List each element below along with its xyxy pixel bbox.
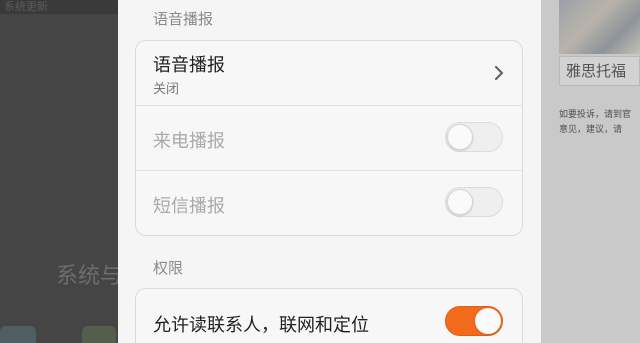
contacts-network-location-toggle[interactable]	[445, 306, 503, 336]
sms-broadcast-row: 短信播报	[136, 170, 522, 235]
background-top-bar: 系统更新	[0, 0, 118, 14]
voice-broadcast-row[interactable]: 语音播报 关闭	[136, 41, 522, 106]
toggle-knob	[447, 189, 473, 215]
background-top-text: 系统更新	[4, 0, 48, 13]
background-tile	[82, 326, 116, 343]
incoming-call-broadcast-title: 来电播报	[153, 131, 225, 152]
background-banner: 雅思托福	[559, 56, 640, 86]
contacts-network-location-row: 允许读联系人，联网和定位	[136, 289, 522, 343]
background-banner-text: 雅思托福	[566, 62, 627, 80]
background-notice-line: 意见，建议，请	[559, 125, 623, 135]
background-app-left	[0, 0, 118, 343]
contacts-network-location-title: 允许读联系人，联网和定位	[153, 315, 369, 336]
background-tile	[0, 326, 36, 343]
chevron-right-icon	[494, 65, 504, 81]
toggle-knob	[447, 124, 473, 150]
background-notice: 如要投诉，请到官 意见，建议，请	[559, 108, 640, 138]
voice-broadcast-title: 语音播报	[153, 55, 225, 76]
sms-broadcast-title: 短信播报	[153, 196, 225, 217]
settings-sheet: 语音播报 语音播报 关闭 来电播报 短信播报 权限 允许读联系人，联网和定位	[118, 0, 541, 343]
incoming-call-toggle[interactable]	[445, 122, 503, 152]
background-notice-line: 如要投诉，请到官	[559, 110, 632, 120]
toggle-knob	[475, 308, 501, 334]
sms-toggle[interactable]	[445, 187, 503, 217]
section-header-permissions: 权限	[153, 259, 184, 277]
voice-broadcast-status: 关闭	[153, 82, 180, 97]
incoming-call-broadcast-row: 来电播报	[136, 105, 522, 171]
section-header-voice: 语音播报	[153, 10, 214, 28]
voice-settings-card: 语音播报 关闭 来电播报 短信播报	[135, 40, 523, 236]
background-heading: 系统与	[56, 264, 123, 289]
permissions-card: 允许读联系人，联网和定位	[135, 288, 523, 343]
screen: 系统更新 系统与 雅思托福 如要投诉，请到官 意见，建议，请 语音播报 语音播报…	[0, 0, 640, 343]
background-photo	[559, 0, 640, 54]
